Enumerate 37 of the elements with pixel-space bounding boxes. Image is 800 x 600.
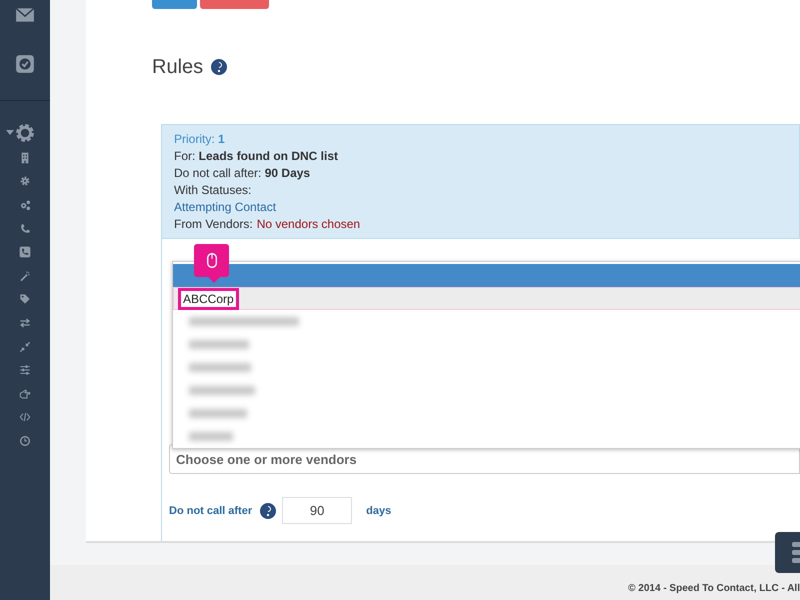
blurred-text bbox=[189, 363, 251, 372]
summary-text: With Statuses: bbox=[174, 182, 252, 199]
gears-icon[interactable] bbox=[19, 198, 31, 211]
pointing-hand-icon[interactable] bbox=[19, 388, 31, 400]
summary-text: For: Leads found on DNC list bbox=[174, 148, 338, 165]
blurred-text bbox=[189, 432, 233, 441]
check-square-icon[interactable] bbox=[15, 54, 35, 74]
summary-text: Priority: 1 bbox=[174, 131, 225, 148]
caret-icon bbox=[6, 130, 14, 135]
compress-arrows-icon[interactable] bbox=[19, 340, 31, 353]
sliders-icon[interactable] bbox=[19, 364, 31, 376]
copyright-text: © 2014 - Speed To Contact, LLC - All bbox=[628, 583, 800, 594]
phone-square-icon[interactable] bbox=[19, 246, 31, 258]
tag-icon[interactable] bbox=[19, 293, 31, 306]
summary-text: From Vendors: bbox=[174, 216, 253, 233]
days-input[interactable]: 90 bbox=[282, 497, 352, 524]
blurred-text bbox=[189, 386, 255, 395]
summary-text: Do not call after: 90 Days bbox=[174, 165, 310, 182]
status-link[interactable]: Attempting Contact bbox=[174, 199, 276, 216]
gear-icon[interactable] bbox=[19, 175, 31, 188]
field-label: Do not call after bbox=[169, 504, 252, 516]
unit-label: days bbox=[366, 504, 392, 516]
summary-warning: No vendors chosen bbox=[256, 216, 360, 233]
blurred-text bbox=[189, 409, 247, 418]
building-icon[interactable] bbox=[19, 152, 31, 164]
magic-wand-icon[interactable] bbox=[19, 270, 31, 282]
settings-icon[interactable] bbox=[15, 123, 35, 143]
mouse-icon bbox=[206, 252, 218, 269]
phone-icon[interactable] bbox=[19, 222, 31, 235]
clock-icon[interactable] bbox=[19, 434, 31, 447]
help-icon[interactable] bbox=[260, 502, 276, 518]
page-heading: Rules bbox=[152, 56, 204, 78]
code-icon[interactable] bbox=[19, 411, 31, 424]
menu-widget[interactable] bbox=[775, 532, 800, 573]
help-icon[interactable] bbox=[211, 59, 228, 75]
exchange-arrows-icon[interactable] bbox=[19, 316, 31, 329]
blurred-text bbox=[189, 340, 249, 349]
